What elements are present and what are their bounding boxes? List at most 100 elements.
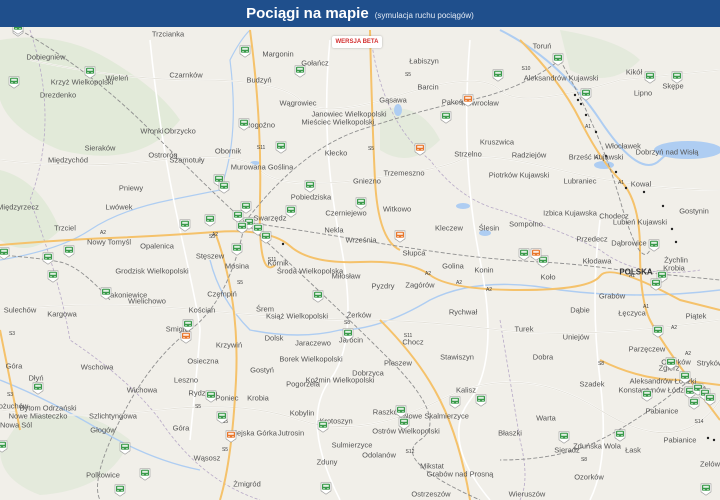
train-icon bbox=[650, 278, 662, 291]
train-marker[interactable] bbox=[317, 420, 329, 433]
train-marker-delayed[interactable] bbox=[394, 230, 406, 243]
place-label: Mosina bbox=[224, 261, 250, 271]
train-icon bbox=[8, 76, 20, 89]
train-icon bbox=[63, 245, 75, 258]
train-icon bbox=[238, 118, 250, 131]
train-marker[interactable] bbox=[0, 440, 8, 453]
train-marker[interactable] bbox=[218, 181, 230, 194]
train-marker[interactable] bbox=[652, 325, 664, 338]
train-icon bbox=[275, 141, 287, 154]
place-label: Opalenica bbox=[140, 241, 174, 251]
train-marker-delayed[interactable] bbox=[180, 331, 192, 344]
train-marker[interactable] bbox=[475, 394, 487, 407]
place-label: Łęczyca bbox=[618, 308, 646, 318]
train-marker[interactable] bbox=[0, 247, 10, 260]
place-label: Jaraczewo bbox=[295, 338, 331, 348]
place-label: Lipno bbox=[633, 88, 653, 98]
train-icon bbox=[236, 221, 248, 234]
train-marker[interactable] bbox=[641, 389, 653, 402]
train-marker[interactable] bbox=[648, 239, 660, 252]
place-label: Szlichtyngowa bbox=[89, 411, 137, 421]
train-marker[interactable] bbox=[320, 482, 332, 495]
train-marker[interactable] bbox=[204, 214, 216, 227]
road-number-label: S5 bbox=[208, 234, 216, 240]
place-label: Wieleń bbox=[105, 73, 129, 83]
place-label: Leszno bbox=[173, 375, 199, 385]
train-marker[interactable] bbox=[398, 417, 410, 430]
place-label: Międzyrzecz bbox=[0, 202, 39, 212]
train-marker[interactable] bbox=[205, 390, 217, 403]
train-marker[interactable] bbox=[182, 319, 194, 332]
place-label: Głogów bbox=[90, 425, 116, 435]
train-marker[interactable] bbox=[8, 76, 20, 89]
train-marker[interactable] bbox=[558, 431, 570, 444]
place-label: Mieściec Wielkopolski bbox=[301, 117, 375, 127]
train-marker[interactable] bbox=[700, 483, 712, 496]
train-marker-delayed[interactable] bbox=[414, 143, 426, 156]
map-canvas[interactable]: Trzcianka Margonin Gołańcz Łabiszyn Toruń Kik… bbox=[0, 27, 720, 500]
train-marker[interactable] bbox=[671, 71, 683, 84]
train-marker[interactable] bbox=[518, 248, 530, 261]
train-marker[interactable] bbox=[650, 278, 662, 291]
place-label: Pabianice bbox=[663, 435, 697, 445]
train-marker[interactable] bbox=[395, 405, 407, 418]
train-marker[interactable] bbox=[240, 201, 252, 214]
train-marker[interactable] bbox=[304, 180, 316, 193]
place-label: Kobylin bbox=[289, 408, 315, 418]
train-marker[interactable] bbox=[342, 328, 354, 341]
place-label: Obornik bbox=[214, 146, 242, 156]
train-marker-delayed[interactable] bbox=[462, 94, 474, 107]
train-marker[interactable] bbox=[114, 484, 126, 497]
train-marker[interactable] bbox=[614, 429, 626, 442]
train-marker[interactable] bbox=[238, 118, 250, 131]
train-marker[interactable] bbox=[679, 371, 691, 384]
place-label: Gąsawa bbox=[379, 95, 407, 105]
train-marker[interactable] bbox=[42, 252, 54, 265]
train-icon bbox=[317, 420, 329, 433]
train-marker[interactable] bbox=[275, 141, 287, 154]
train-marker[interactable] bbox=[552, 53, 564, 66]
train-marker[interactable] bbox=[312, 290, 324, 303]
place-label: Czempiń bbox=[207, 289, 237, 299]
train-marker[interactable] bbox=[100, 287, 112, 300]
train-marker[interactable] bbox=[285, 205, 297, 218]
road-number-label: A2 bbox=[670, 325, 678, 331]
train-marker-delayed[interactable] bbox=[530, 248, 542, 261]
place-label: Strzelno bbox=[454, 149, 482, 159]
place-label: Trzemeszno bbox=[383, 168, 425, 178]
train-marker[interactable] bbox=[449, 396, 461, 409]
train-marker[interactable] bbox=[644, 71, 656, 84]
train-marker[interactable] bbox=[32, 382, 44, 395]
train-marker[interactable] bbox=[492, 69, 504, 82]
train-marker[interactable] bbox=[216, 411, 228, 424]
place-label: Pogorzela bbox=[286, 379, 320, 389]
train-icon bbox=[518, 248, 530, 261]
train-marker[interactable] bbox=[84, 66, 96, 79]
train-marker[interactable] bbox=[260, 231, 272, 244]
train-marker[interactable] bbox=[119, 442, 131, 455]
train-marker[interactable] bbox=[665, 357, 677, 370]
place-label: Poniec bbox=[215, 393, 239, 403]
train-marker[interactable] bbox=[12, 27, 24, 35]
train-icon bbox=[700, 483, 712, 496]
train-marker[interactable] bbox=[63, 245, 75, 258]
place-label: Zduny bbox=[316, 457, 338, 467]
train-icon bbox=[180, 331, 192, 344]
train-marker[interactable] bbox=[231, 243, 243, 256]
train-marker[interactable] bbox=[139, 468, 151, 481]
train-marker[interactable] bbox=[688, 397, 700, 410]
train-icon bbox=[119, 442, 131, 455]
place-label: Trzcianka bbox=[151, 29, 185, 39]
train-marker[interactable] bbox=[294, 65, 306, 78]
train-marker[interactable] bbox=[47, 270, 59, 283]
train-marker[interactable] bbox=[179, 219, 191, 232]
train-marker[interactable] bbox=[704, 393, 716, 406]
train-icon bbox=[614, 429, 626, 442]
train-marker[interactable] bbox=[580, 88, 592, 101]
train-marker[interactable] bbox=[239, 45, 251, 58]
train-marker[interactable] bbox=[355, 197, 367, 210]
beta-badge[interactable]: WERSJA BETA bbox=[332, 36, 382, 48]
train-marker[interactable] bbox=[236, 221, 248, 234]
train-marker[interactable] bbox=[440, 111, 452, 124]
train-marker-delayed[interactable] bbox=[225, 430, 237, 443]
